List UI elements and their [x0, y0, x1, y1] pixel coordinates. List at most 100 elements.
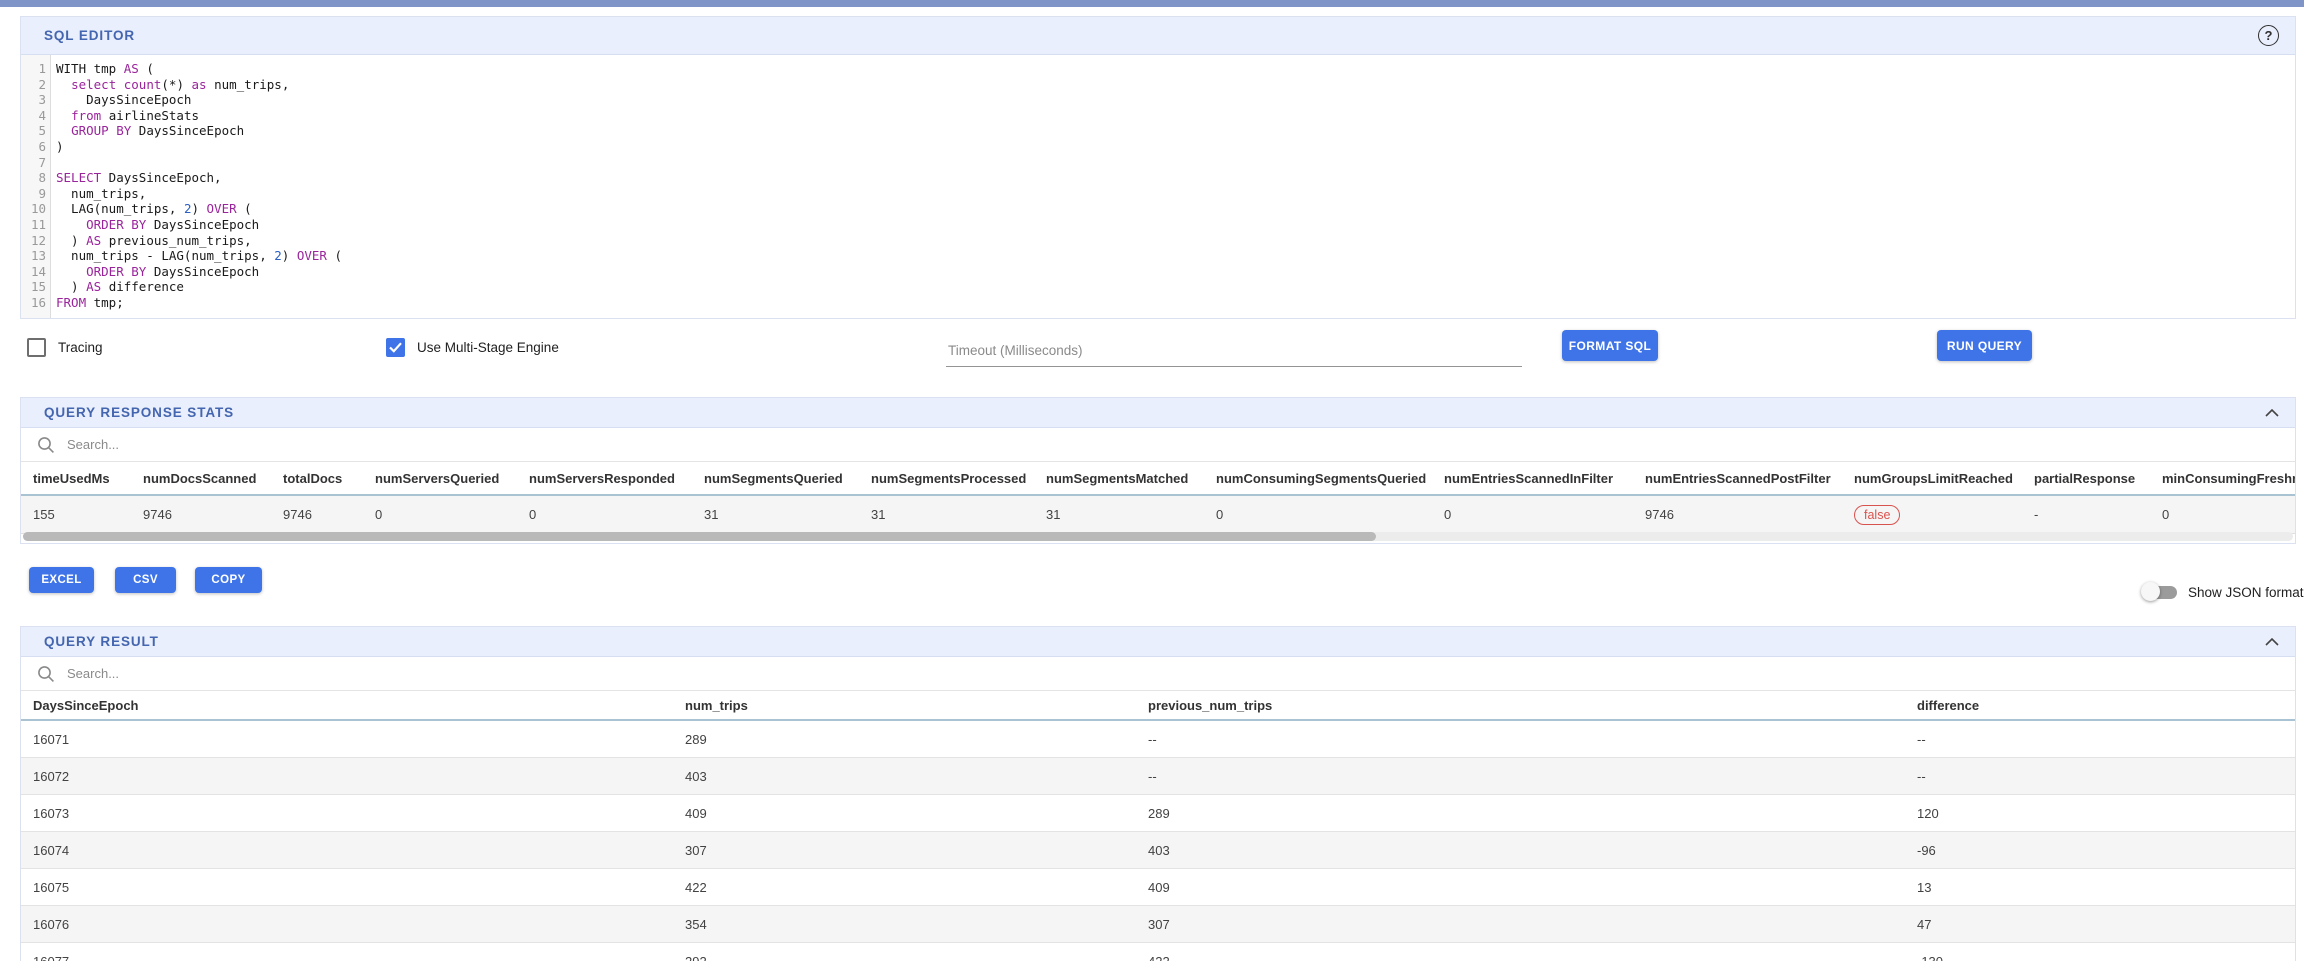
sql-text: (*)	[161, 77, 191, 92]
stats-cell: 9746	[131, 495, 271, 534]
format-sql-button[interactable]: FORMAT SQL	[1562, 330, 1658, 361]
line-number: 8	[21, 170, 46, 186]
line-number: 1	[21, 61, 46, 77]
result-row: 1607542240913	[21, 869, 2296, 906]
stats-column-header[interactable]: numSegmentsQueried	[692, 462, 859, 495]
run-query-button[interactable]: RUN QUERY	[1937, 330, 2032, 361]
sql-text: airlineStats	[101, 108, 199, 123]
query-result-card: QUERY RESULT DaysSinceEpochnum_tripsprev…	[20, 626, 2296, 961]
sql-text: )	[56, 233, 86, 248]
stats-search-input[interactable]	[65, 436, 489, 453]
result-cell: -130	[1905, 943, 2296, 961]
result-cell: 16072	[21, 758, 673, 795]
sql-text: num_trips - LAG(num_trips,	[56, 248, 274, 263]
timeout-input[interactable]	[946, 332, 1526, 368]
line-number: 10	[21, 201, 46, 217]
sql-text: DaysSinceEpoch	[131, 123, 244, 138]
sql-editor-title: SQL EDITOR	[44, 28, 135, 43]
stats-column-header[interactable]: numEntriesScannedPostFilter	[1633, 462, 1842, 495]
stats-column-header[interactable]: numEntriesScannedInFilter	[1432, 462, 1633, 495]
help-icon[interactable]: ?	[2258, 25, 2279, 46]
csv-export-button[interactable]: CSV	[115, 567, 176, 593]
result-cell: 16076	[21, 906, 673, 943]
code-line: FROM tmp;	[56, 295, 2295, 311]
copy-button[interactable]: COPY	[195, 567, 262, 593]
check-icon	[389, 342, 402, 353]
result-cell: 409	[1136, 869, 1905, 906]
result-row: 16072403----	[21, 758, 2296, 795]
result-cell: 16074	[21, 832, 673, 869]
result-cell: 422	[673, 869, 1136, 906]
result-column-header[interactable]: DaysSinceEpoch	[21, 691, 673, 720]
multi-stage-engine-checkbox[interactable]: Use Multi-Stage Engine	[386, 338, 559, 357]
sql-text: num_trips,	[207, 77, 290, 92]
horizontal-scrollbar-thumb[interactable]	[23, 532, 1376, 541]
code-line: select count(*) as num_trips,	[56, 77, 2295, 93]
line-number: 4	[21, 108, 46, 124]
timeout-field-wrap	[946, 332, 1522, 367]
code-line: LAG(num_trips, 2) OVER (	[56, 201, 2295, 217]
result-cell: 16077	[21, 943, 673, 961]
sql-keyword: FROM	[56, 295, 86, 310]
stats-cell: 9746	[1633, 495, 1842, 534]
sql-keyword: GROUP BY	[71, 123, 131, 138]
line-number: 3	[21, 92, 46, 108]
checkbox-unchecked-icon[interactable]	[27, 338, 46, 357]
stats-title: QUERY RESPONSE STATS	[44, 405, 234, 420]
checkbox-checked-icon[interactable]	[386, 338, 405, 357]
sql-keyword: count	[124, 77, 162, 92]
stats-column-header[interactable]: numConsumingSegmentsQueried	[1204, 462, 1432, 495]
stats-cell: 31	[859, 495, 1034, 534]
stats-column-header[interactable]: timeUsedMs	[21, 462, 131, 495]
multi-stage-engine-label: Use Multi-Stage Engine	[417, 340, 559, 355]
stats-column-header[interactable]: numServersResponded	[517, 462, 692, 495]
sql-keyword: from	[71, 108, 101, 123]
stats-column-header[interactable]: numServersQueried	[363, 462, 517, 495]
sql-text: LAG(num_trips,	[56, 201, 184, 216]
code-line: num_trips - LAG(num_trips, 2) OVER (	[56, 248, 2295, 264]
sql-text: (	[327, 248, 342, 263]
result-row: 16071289----	[21, 720, 2296, 758]
collapse-stats-chevron-up-icon[interactable]	[2265, 409, 2279, 417]
show-json-format-toggle[interactable]	[2141, 580, 2181, 604]
stats-column-header[interactable]: numSegmentsProcessed	[859, 462, 1034, 495]
stats-column-header[interactable]: numSegmentsMatched	[1034, 462, 1204, 495]
code-line: ) AS previous_num_trips,	[56, 233, 2295, 249]
stats-column-header[interactable]: numGroupsLimitReached	[1842, 462, 2022, 495]
sql-text: )	[56, 139, 64, 154]
result-cell: 47	[1905, 906, 2296, 943]
result-column-header[interactable]: difference	[1905, 691, 2296, 720]
sql-text	[56, 77, 71, 92]
sql-text: tmp;	[86, 295, 124, 310]
sql-text: num_trips,	[56, 186, 146, 201]
stats-column-header[interactable]: totalDocs	[271, 462, 363, 495]
tracing-checkbox[interactable]: Tracing	[27, 338, 103, 357]
sql-code: WITH tmp AS ( select count(*) as num_tri…	[51, 55, 2295, 318]
result-table: DaysSinceEpochnum_tripsprevious_num_trip…	[21, 691, 2296, 961]
stats-cell: 0	[2150, 495, 2296, 534]
stats-column-header[interactable]: numDocsScanned	[131, 462, 271, 495]
code-line: DaysSinceEpoch	[56, 92, 2295, 108]
result-column-header[interactable]: previous_num_trips	[1136, 691, 1905, 720]
stats-cell: 0	[363, 495, 517, 534]
sql-code-editor[interactable]: 12345678910111213141516 WITH tmp AS ( se…	[21, 55, 2295, 318]
result-row: 16074307403-96	[21, 832, 2296, 869]
excel-export-button[interactable]: EXCEL	[29, 567, 94, 593]
result-cell: 289	[1136, 795, 1905, 832]
stats-column-header[interactable]: minConsumingFreshnessTimeMs	[2150, 462, 2296, 495]
collapse-result-chevron-up-icon[interactable]	[2265, 638, 2279, 646]
result-cell: 422	[1136, 943, 1905, 961]
stats-search-row	[21, 428, 2295, 462]
stats-column-header[interactable]: partialResponse	[2022, 462, 2150, 495]
result-cell: --	[1136, 720, 1905, 758]
result-column-header[interactable]: num_trips	[673, 691, 1136, 720]
line-number-gutter: 12345678910111213141516	[21, 55, 51, 318]
sql-keyword: select	[71, 77, 116, 92]
sql-editor-header: SQL EDITOR ?	[21, 17, 2295, 55]
show-json-format-label: Show JSON format	[2188, 585, 2304, 600]
toggle-knob[interactable]	[2141, 582, 2160, 601]
result-search-input[interactable]	[65, 665, 489, 682]
line-number: 16	[21, 295, 46, 311]
result-cell: --	[1905, 758, 2296, 795]
line-number: 13	[21, 248, 46, 264]
